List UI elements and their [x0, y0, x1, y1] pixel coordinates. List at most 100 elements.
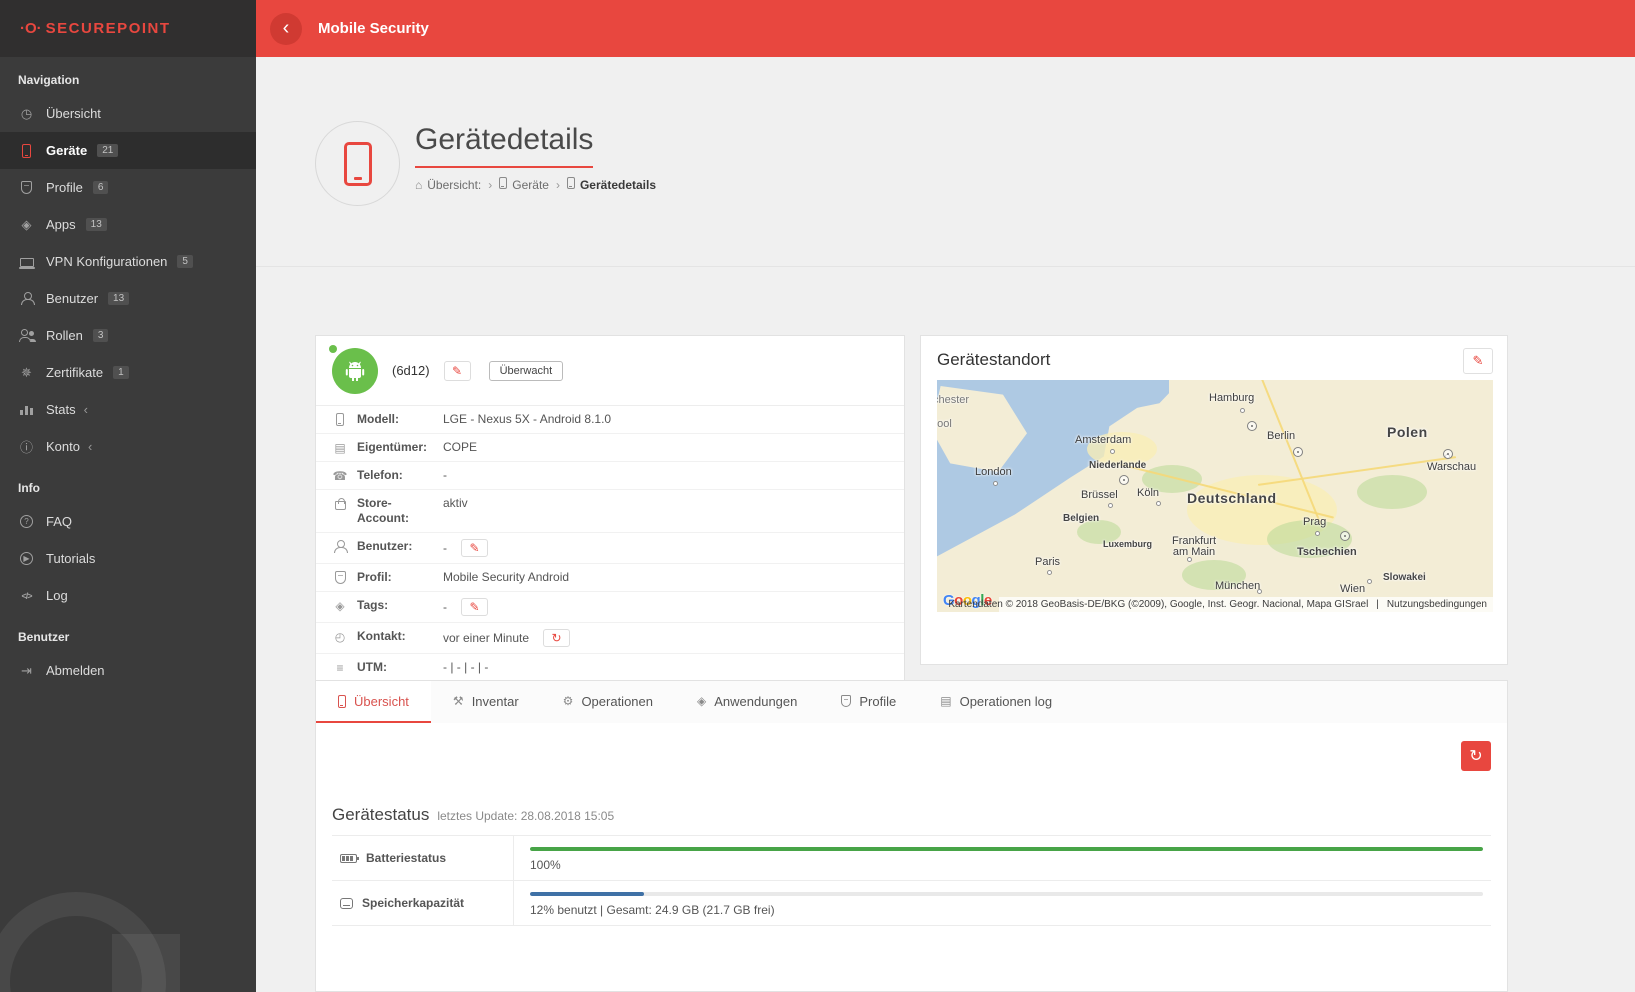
sidebar-item-log[interactable]: </> Log: [0, 577, 256, 614]
back-button[interactable]: ‹: [270, 13, 302, 45]
map-label: Frankfurt am Main: [1163, 536, 1225, 558]
app-title: Mobile Security: [318, 20, 429, 37]
phone-icon: [344, 142, 372, 186]
code-icon: </>: [18, 591, 35, 601]
map-label: Luxemburg: [1103, 539, 1152, 549]
sidebar-item-tutorials[interactable]: ▶ Tutorials: [0, 540, 256, 577]
sidebar-item-uebersicht[interactable]: ◷ Übersicht: [0, 95, 256, 132]
pencil-icon: ✎: [1473, 353, 1484, 369]
terms-link[interactable]: Nutzungsbedingungen: [1387, 599, 1487, 610]
map-marker-icon: [1443, 449, 1453, 459]
sidebar-item-label: Abmelden: [46, 663, 105, 678]
back-chevron-icon: ‹: [283, 18, 290, 38]
edit-benutzer-button[interactable]: ✎: [461, 539, 488, 557]
tab-profile[interactable]: Profile: [819, 681, 918, 723]
device-field-benutzer: Benutzer: - ✎: [316, 533, 904, 564]
android-robot-icon: [343, 359, 367, 383]
map-city-dot: [1187, 557, 1192, 562]
breadcrumb-geraete[interactable]: Geräte: [499, 177, 549, 192]
sidebar-item-label: Log: [46, 588, 68, 603]
status-row-batterie: Batteriestatus 100%: [332, 835, 1491, 880]
map-label: Slowakei: [1383, 572, 1426, 583]
tab-inventar[interactable]: ⚒ Inventar: [431, 681, 541, 723]
storage-value-text: 12% benutzt | Gesamt: 24.9 GB (21.7 GB f…: [530, 903, 1483, 917]
device-field-kontakt: ◴ Kontakt: vor einer Minute ↻: [316, 623, 904, 654]
storage-progress-bar: [530, 892, 1483, 896]
refresh-icon: ↻: [1469, 746, 1482, 766]
map-label: Amsterdam: [1075, 434, 1131, 446]
tags-icon: ◈: [332, 599, 348, 613]
sidebar-item-label: Rollen: [46, 328, 83, 343]
sidebar-item-profile[interactable]: Profile 6: [0, 169, 256, 206]
brand-logo[interactable]: ·O· SECUREPOINT: [0, 0, 256, 57]
shopping-bag-icon: [332, 497, 348, 510]
pencil-icon: ✎: [452, 364, 462, 378]
count-badge: 13: [86, 218, 107, 231]
map-marker-icon: [1119, 475, 1129, 485]
map-label: Hamburg: [1209, 392, 1254, 404]
status-table: Batteriestatus 100% Speicherkapazität: [332, 835, 1491, 926]
refresh-kontakt-button[interactable]: ↻: [543, 629, 570, 647]
sidebar-item-abmelden[interactable]: ⇥ Abmelden: [0, 652, 256, 689]
map-city-dot: [1240, 408, 1245, 413]
certificate-icon: ✵: [18, 365, 35, 381]
main-content: Gerätedetails ⌂ Übersicht: › Geräte › Ge…: [256, 57, 1635, 992]
info-icon: ⓘ: [18, 437, 35, 456]
phone-icon: [18, 144, 35, 158]
breadcrumb-uebersicht[interactable]: ⌂ Übersicht:: [415, 178, 481, 192]
device-head: (6d12) ✎ Überwacht: [316, 336, 904, 406]
monitored-badge: Überwacht: [489, 361, 564, 381]
google-map[interactable]: chester pool Hamburg Berlin Polen Amster…: [937, 380, 1493, 612]
device-field-utm: ≡ UTM: - | - | - | -: [316, 654, 904, 681]
map-city-dot: [1110, 449, 1115, 454]
map-forest-patch: [1357, 475, 1427, 509]
breadcrumb: ⌂ Übersicht: › Geräte › Gerätedetails: [415, 177, 656, 192]
sidebar-item-geraete[interactable]: Geräte 21: [0, 132, 256, 169]
sidebar-item-faq[interactable]: ? FAQ: [0, 503, 256, 540]
map-city-dot: [993, 481, 998, 486]
sidebar-item-rollen[interactable]: Rollen 3: [0, 317, 256, 354]
question-icon: ?: [18, 515, 35, 528]
sidebar-item-label: Konto: [46, 439, 80, 454]
android-avatar: [332, 348, 378, 394]
edit-tags-button[interactable]: ✎: [461, 598, 488, 616]
pencil-icon: ✎: [469, 541, 479, 556]
dashboard-icon: ◷: [18, 106, 35, 122]
watermark-logo-square: [112, 934, 180, 992]
map-label: chester: [937, 394, 969, 406]
map-city-dot: [1156, 501, 1161, 506]
shield-icon: [332, 571, 348, 584]
map-label: Deutschland: [1187, 490, 1277, 506]
sidebar-item-zertifikate[interactable]: ✵ Zertifikate 1: [0, 354, 256, 391]
logout-icon: ⇥: [18, 663, 35, 679]
sidebar-item-label: VPN Konfigurationen: [46, 254, 167, 269]
refresh-status-button[interactable]: ↻: [1461, 741, 1491, 771]
home-icon: ⌂: [415, 178, 422, 192]
refresh-icon: ↻: [552, 631, 562, 646]
phone-icon: [338, 695, 346, 708]
map-label: Prag: [1303, 516, 1326, 528]
sidebar-item-apps[interactable]: ◈ Apps 13: [0, 206, 256, 243]
map-card-title: Gerätestandort: [921, 336, 1507, 370]
attribution-separator: |: [1376, 599, 1379, 610]
nav-section-info: Info: [0, 465, 256, 503]
tab-operationen[interactable]: ⚙ Operationen: [541, 681, 675, 723]
sidebar-item-konto[interactable]: ⓘ Konto ‹: [0, 428, 256, 465]
sidebar-item-stats[interactable]: Stats ‹: [0, 391, 256, 428]
sidebar-item-vpn[interactable]: VPN Konfigurationen 5: [0, 243, 256, 280]
map-label: pool: [937, 418, 952, 430]
status-row-speicher: Speicherkapazität 12% benutzt | Gesamt: …: [332, 880, 1491, 926]
edit-device-name-button[interactable]: ✎: [444, 361, 471, 381]
edit-location-button[interactable]: ✎: [1463, 348, 1493, 374]
map-marker-icon: [1247, 421, 1257, 431]
sidebar-item-benutzer[interactable]: Benutzer 13: [0, 280, 256, 317]
tab-operationen-log[interactable]: ▤ Operationen log: [918, 681, 1074, 723]
tab-anwendungen[interactable]: ◈ Anwendungen: [675, 681, 819, 723]
map-attribution: Kartendaten © 2018 GeoBasis-DE/BKG (©200…: [999, 597, 1493, 612]
phone-icon: [567, 177, 575, 192]
online-status-dot: [329, 345, 337, 353]
laptop-icon: [18, 256, 35, 267]
tab-uebersicht[interactable]: Übersicht: [316, 681, 431, 723]
device-status-header: Gerätestatus letztes Update: 28.08.2018 …: [332, 805, 614, 825]
device-field-profil: Profil: Mobile Security Android: [316, 564, 904, 592]
